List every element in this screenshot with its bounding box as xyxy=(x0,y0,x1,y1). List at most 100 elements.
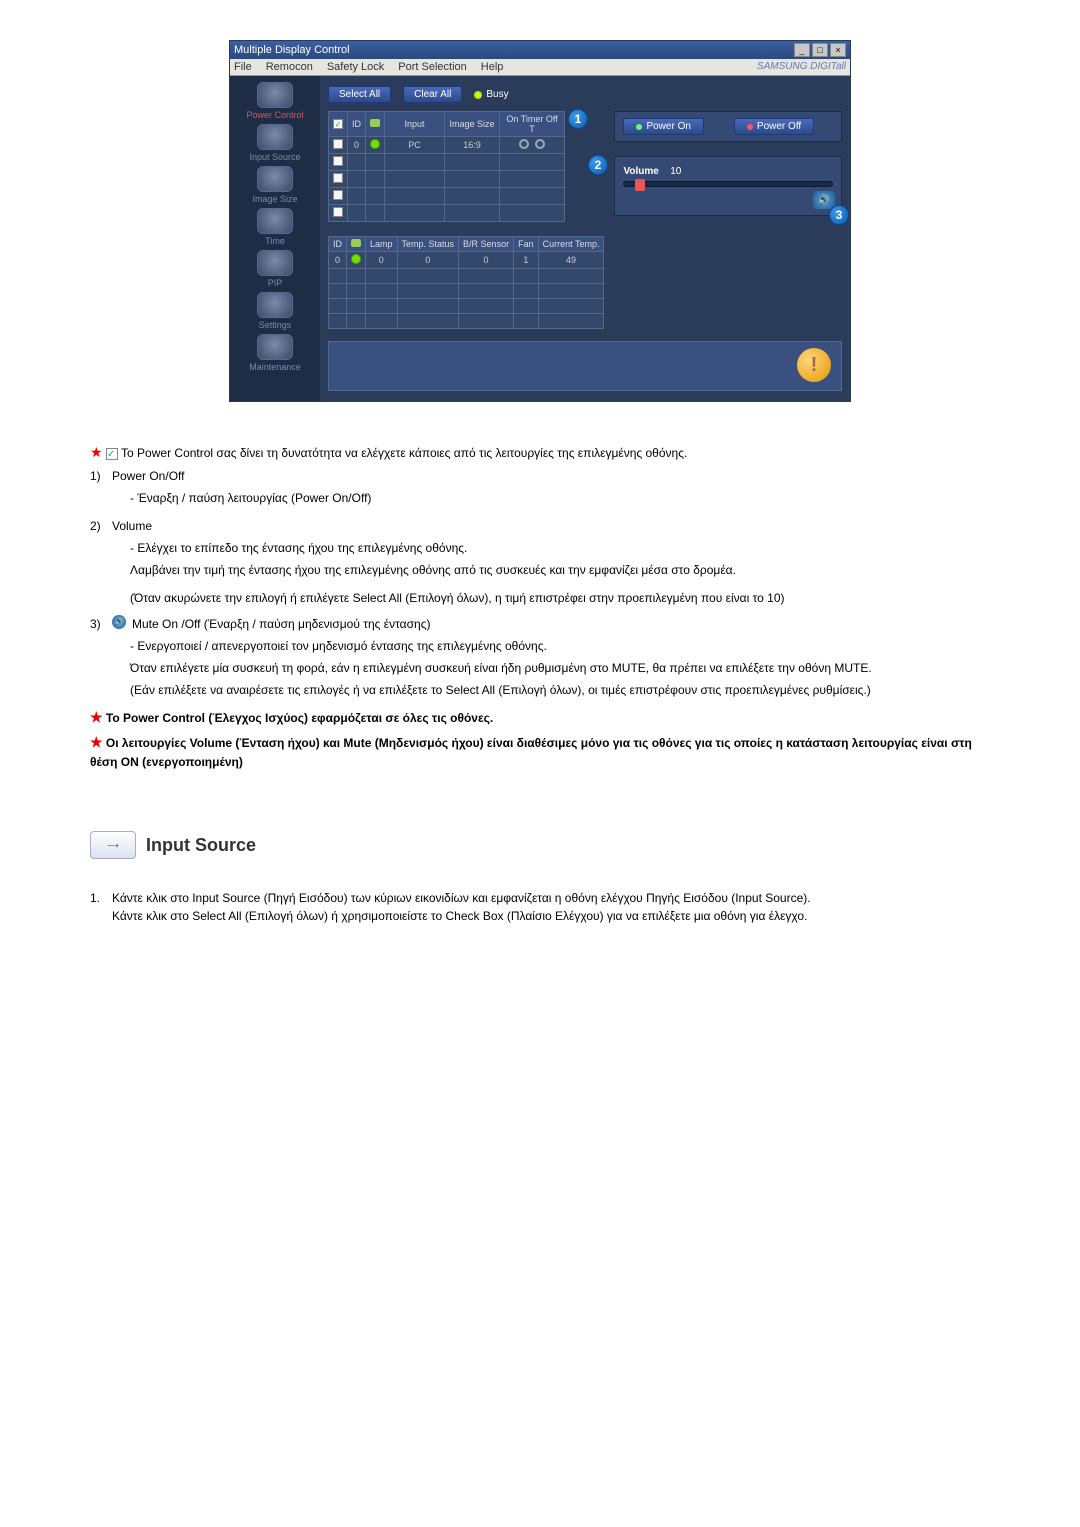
item-2-title: Volume xyxy=(112,517,152,535)
col-on-timer: On Timer Off T xyxy=(500,112,565,137)
row-checkbox[interactable] xyxy=(333,139,343,149)
select-all-button[interactable]: Select All xyxy=(328,86,391,103)
busy-indicator: Busy xyxy=(474,89,508,100)
busy-dot-icon xyxy=(474,91,482,99)
slider-thumb[interactable] xyxy=(635,179,645,191)
table-header-row: ID Input Image Size On Timer Off T xyxy=(329,112,565,137)
table-row[interactable] xyxy=(329,171,565,188)
cell-lamp: 0 xyxy=(366,252,398,269)
cell-temp: 0 xyxy=(397,252,459,269)
table-row[interactable] xyxy=(329,154,565,171)
item-3: 3) 🔊 Mute On /Off (Έναρξη / παύση μηδενι… xyxy=(90,615,990,633)
sidebar-item-maintenance[interactable]: Maintenance xyxy=(235,334,315,372)
table-row[interactable] xyxy=(329,188,565,205)
sidebar-label: Power Control xyxy=(246,110,303,120)
document-body: ★ Το Power Control σας δίνει τη δυνατότη… xyxy=(90,442,990,925)
sidebar-label: Settings xyxy=(259,320,292,330)
sidebar-item-input-source[interactable]: Input Source xyxy=(235,124,315,162)
app-body: Power Control Input Source Image Size Ti… xyxy=(230,76,850,401)
display-table-wrap: ID Input Image Size On Timer Off T 0 PC xyxy=(328,111,604,329)
numbered-list: 1. Κάντε κλικ στο Input Source (Πηγή Εισ… xyxy=(90,889,990,925)
cell-fan: 1 xyxy=(514,252,539,269)
menubar: File Remocon Safety Lock Port Selection … xyxy=(230,59,850,76)
brand-logo: SAMSUNG DIGITall xyxy=(757,61,846,73)
table-header-row: ID Lamp Temp. Status B/R Sensor Fan Curr… xyxy=(329,237,604,252)
col-lamp: Lamp xyxy=(366,237,398,252)
lead-text: Το Power Control σας δίνει τη δυνατότητα… xyxy=(121,446,687,460)
minimize-button[interactable]: _ xyxy=(794,43,810,57)
input-icon xyxy=(257,124,293,150)
cell-ctemp: 49 xyxy=(538,252,604,269)
power-box: Power On Power Off xyxy=(614,111,842,142)
maximize-button[interactable]: □ xyxy=(812,43,828,57)
num: 1. xyxy=(90,889,106,925)
sidebar-item-pip[interactable]: PIP xyxy=(235,250,315,288)
title-text: Multiple Display Control xyxy=(234,44,350,56)
sidebar-item-image-size[interactable]: Image Size xyxy=(235,166,315,204)
row-checkbox[interactable] xyxy=(333,173,343,183)
num: 2) xyxy=(90,517,106,535)
sidebar-item-time[interactable]: Time xyxy=(235,208,315,246)
row-checkbox[interactable] xyxy=(333,156,343,166)
item-3-a: - Ενεργοποιεί / απενεργοποιεί τον μηδενι… xyxy=(130,637,990,655)
time-icon xyxy=(257,208,293,234)
checkbox-all[interactable] xyxy=(333,119,343,129)
cell-image-size: 16:9 xyxy=(445,137,500,154)
star-icon: ★ xyxy=(90,734,103,750)
power-on-button[interactable]: Power On xyxy=(623,118,703,135)
item-3-b: Όταν επιλέγετε μία συσκευή τη φορά, εάν … xyxy=(130,659,990,677)
sidebar-label: Maintenance xyxy=(249,362,301,372)
col-input: Input xyxy=(385,112,445,137)
item-3-title: Mute On /Off (Έναρξη / παύση μηδενισμού … xyxy=(132,615,430,633)
volume-slider[interactable] xyxy=(623,181,833,187)
toolbar: Select All Clear All Busy xyxy=(328,86,842,103)
maintenance-icon xyxy=(257,334,293,360)
section-header: ⟶ Input Source xyxy=(90,831,990,859)
menu-file[interactable]: File xyxy=(234,61,252,73)
cell-input: PC xyxy=(385,137,445,154)
ol1b-text: Κάντε κλικ στο Select All (Επιλογή όλων)… xyxy=(112,909,807,923)
volume-box: Volume 10 🔊 3 xyxy=(614,156,842,216)
ol-item-1: 1. Κάντε κλικ στο Input Source (Πηγή Εισ… xyxy=(90,889,990,925)
sidebar-label: Input Source xyxy=(249,152,300,162)
power-off-label: Power Off xyxy=(757,121,801,132)
item-2-a: - Ελέγχει το επίπεδο της έντασης ήχου τη… xyxy=(130,539,990,557)
control-panel: Power On Power Off Volume 10 🔊 3 xyxy=(614,111,842,216)
col-id: ID xyxy=(329,237,347,252)
menu-remocon[interactable]: Remocon xyxy=(266,61,313,73)
star-icon: ★ xyxy=(90,444,103,460)
row-checkbox[interactable] xyxy=(333,190,343,200)
row-checkbox[interactable] xyxy=(333,207,343,217)
display-table: ID Input Image Size On Timer Off T 0 PC xyxy=(328,111,565,222)
item-1-a: - Έναρξη / παύση λειτουργίας (Power On/O… xyxy=(130,489,990,507)
info-icon[interactable]: ! xyxy=(797,348,831,382)
table-row xyxy=(329,269,604,284)
settings-icon xyxy=(257,292,293,318)
star-icon: ★ xyxy=(90,709,103,725)
clear-all-button[interactable]: Clear All xyxy=(403,86,462,103)
sidebar-item-power-control[interactable]: Power Control xyxy=(235,82,315,120)
table-row[interactable]: 0 0 0 0 1 49 xyxy=(329,252,604,269)
image-size-icon xyxy=(257,166,293,192)
sidebar-label: PIP xyxy=(268,278,283,288)
menu-port-selection[interactable]: Port Selection xyxy=(398,61,466,73)
close-button[interactable]: × xyxy=(830,43,846,57)
col-check xyxy=(329,112,348,137)
menu-safety-lock[interactable]: Safety Lock xyxy=(327,61,384,73)
menu-help[interactable]: Help xyxy=(481,61,504,73)
sidebar-item-settings[interactable]: Settings xyxy=(235,292,315,330)
table-row[interactable] xyxy=(329,205,565,222)
power-off-button[interactable]: Power Off xyxy=(734,118,814,135)
col-temp-status: Temp. Status xyxy=(397,237,459,252)
sidebar-label: Image Size xyxy=(252,194,297,204)
note-1-text: Το Power Control (Έλεγχος Ισχύος) εφαρμό… xyxy=(106,711,493,725)
speaker-icon: 🔊 xyxy=(112,615,126,629)
col-image-size: Image Size xyxy=(445,112,500,137)
lead-line: ★ Το Power Control σας δίνει τη δυνατότη… xyxy=(90,442,990,463)
section-title: Input Source xyxy=(146,835,256,856)
note-2-text: Οι λειτουργίες Volume (Ένταση ήχου) και … xyxy=(90,736,972,769)
cell-br: 0 xyxy=(459,252,514,269)
power-on-dot-icon xyxy=(636,124,642,130)
titlebar: Multiple Display Control _ □ × xyxy=(230,41,850,59)
table-row[interactable]: 0 PC 16:9 xyxy=(329,137,565,154)
